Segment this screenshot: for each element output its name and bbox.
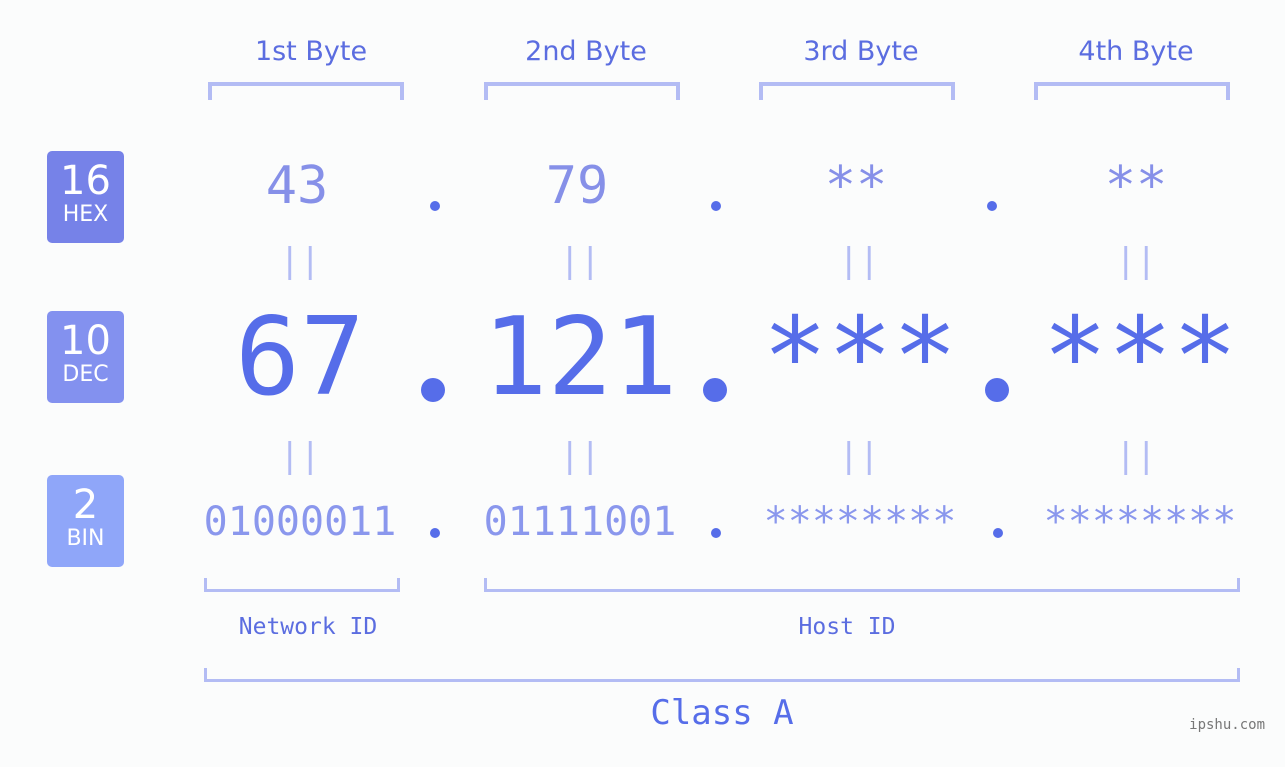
- bin-base-number: 2: [72, 482, 99, 528]
- hex-separator-dot: [987, 201, 997, 211]
- bin-separator-dot: [993, 528, 1003, 538]
- byte-4-bracket: [1034, 82, 1230, 100]
- dec-byte-2: 121: [482, 295, 678, 420]
- dec-base-label: DEC: [62, 362, 109, 387]
- header-byte-2: 2nd Byte: [525, 36, 647, 67]
- equals-sign: ||: [279, 241, 321, 281]
- equals-sign: ||: [1115, 436, 1157, 476]
- header-byte-1: 1st Byte: [254, 36, 368, 67]
- host-id-bracket: [484, 578, 1240, 592]
- equals-sign: ||: [559, 436, 601, 476]
- byte-1-bracket: [208, 82, 404, 100]
- header-byte-3: 3rd Byte: [803, 36, 919, 67]
- dec-separator-dot: [421, 378, 445, 402]
- watermark: ipshu.com: [1189, 717, 1265, 733]
- bin-byte-3: ********: [763, 499, 957, 545]
- equals-sign: ||: [838, 241, 880, 281]
- network-id-label: Network ID: [238, 614, 378, 640]
- bin-badge: 2 BIN: [47, 475, 124, 567]
- class-label: Class A: [650, 693, 794, 733]
- bin-byte-4: ********: [1043, 499, 1237, 545]
- dec-separator-dot: [985, 378, 1009, 402]
- bin-separator-dot: [711, 528, 721, 538]
- equals-sign: ||: [279, 436, 321, 476]
- hex-byte-2: 79: [545, 156, 609, 216]
- hex-byte-3: **: [824, 156, 888, 216]
- hex-base-label: HEX: [62, 202, 109, 227]
- hex-badge: 16 HEX: [47, 151, 124, 243]
- dec-byte-3: ***: [762, 295, 958, 420]
- hex-base-number: 16: [60, 158, 111, 204]
- equals-sign: ||: [838, 436, 880, 476]
- class-bracket: [204, 668, 1240, 682]
- hex-separator-dot: [430, 201, 440, 211]
- dec-separator-dot: [703, 378, 727, 402]
- dec-badge: 10 DEC: [47, 311, 124, 403]
- dec-byte-1: 67: [234, 295, 366, 420]
- host-id-label: Host ID: [798, 614, 896, 640]
- dec-byte-4: ***: [1042, 295, 1238, 420]
- equals-sign: ||: [559, 241, 601, 281]
- bin-byte-1: 01000011: [203, 499, 397, 545]
- hex-separator-dot: [711, 201, 721, 211]
- equals-sign: ||: [1115, 241, 1157, 281]
- header-byte-4: 4th Byte: [1078, 36, 1194, 67]
- bin-separator-dot: [430, 528, 440, 538]
- bin-base-label: BIN: [66, 526, 105, 551]
- byte-3-bracket: [759, 82, 955, 100]
- hex-byte-1: 43: [265, 156, 329, 216]
- dec-base-number: 10: [60, 318, 111, 364]
- hex-byte-4: **: [1104, 156, 1168, 216]
- byte-2-bracket: [484, 82, 680, 100]
- bin-byte-2: 01111001: [483, 499, 677, 545]
- network-id-bracket: [204, 578, 400, 592]
